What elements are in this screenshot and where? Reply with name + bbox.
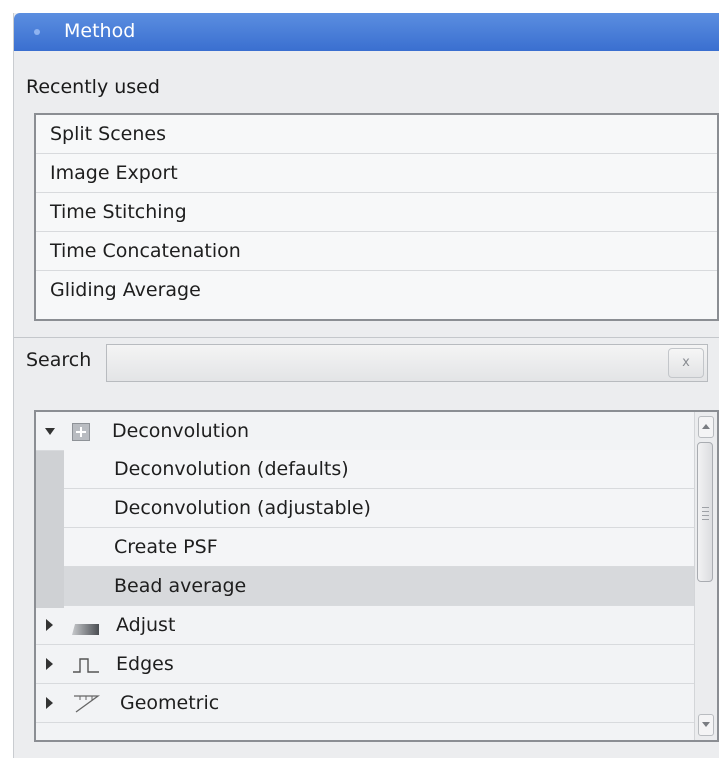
expand-arrow-icon[interactable] <box>46 619 53 631</box>
panel-title: Method <box>64 20 136 42</box>
tree-item-label: Deconvolution (adjustable) <box>114 497 371 519</box>
recently-used-label: Recently used <box>26 76 160 98</box>
tree-group-edges[interactable]: Edges <box>36 645 696 684</box>
tree-group-label: Edges <box>116 653 174 675</box>
expand-arrow-icon[interactable] <box>45 428 55 435</box>
section-divider <box>14 337 719 338</box>
recent-item-time-stitching[interactable]: Time Stitching <box>36 193 717 232</box>
recent-item-image-export[interactable]: Image Export <box>36 154 717 193</box>
tree-group-label: Geometric <box>120 692 220 714</box>
expand-arrow-icon[interactable] <box>46 697 53 709</box>
ruler-angle-icon <box>72 694 100 719</box>
tree-group-deconvolution[interactable]: Deconvolution <box>36 412 696 451</box>
recent-item-gliding-average[interactable]: Gliding Average <box>36 271 717 309</box>
scroll-thumb[interactable] <box>697 442 713 582</box>
plus-box-icon <box>72 423 90 446</box>
scroll-up-button[interactable] <box>698 416 714 438</box>
tree-indent-gutter <box>36 450 64 608</box>
collapse-dot-icon[interactable] <box>34 29 40 35</box>
search-label: Search <box>26 349 92 371</box>
tree-item-deconvolution-defaults[interactable]: Deconvolution (defaults) <box>64 450 696 489</box>
tree-item-deconvolution-adjustable[interactable]: Deconvolution (adjustable) <box>64 489 696 528</box>
expand-arrow-icon[interactable] <box>46 658 53 670</box>
tree-item-label: Deconvolution (defaults) <box>114 458 349 480</box>
panel-title-bar[interactable]: Method <box>14 13 719 51</box>
tree-item-label: Create PSF <box>114 536 218 558</box>
method-panel: Method Recently used Split Scenes Image … <box>13 13 719 758</box>
tree-group-label: Adjust <box>116 614 176 636</box>
tree-group-adjust[interactable]: Adjust <box>36 606 696 645</box>
recent-item-time-concatenation[interactable]: Time Concatenation <box>36 232 717 271</box>
gradient-block-icon <box>72 619 100 641</box>
clear-search-button[interactable]: x <box>668 348 704 378</box>
recently-used-list: Split Scenes Image Export Time Stitching… <box>34 113 719 321</box>
tree-item-create-psf[interactable]: Create PSF <box>64 528 696 567</box>
search-input[interactable] <box>106 344 708 382</box>
tree-group-label: Deconvolution <box>112 420 250 442</box>
tree-item-bead-average[interactable]: Bead average <box>64 567 696 606</box>
tree-scrollbar[interactable] <box>694 412 717 740</box>
tree-item-label: Bead average <box>114 575 247 597</box>
method-tree: Deconvolution Deconvolution (defaults) D… <box>34 410 719 742</box>
edge-profile-icon <box>72 656 100 679</box>
recent-item-split-scenes[interactable]: Split Scenes <box>36 115 717 154</box>
scroll-down-button[interactable] <box>698 714 714 736</box>
tree-group-geometric[interactable]: Geometric <box>36 684 696 723</box>
